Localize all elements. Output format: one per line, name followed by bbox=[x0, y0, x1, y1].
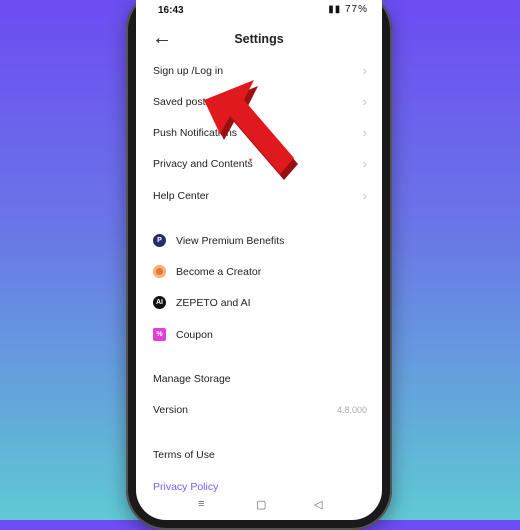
creator-icon bbox=[153, 265, 166, 278]
signal-icon: ▮▮ bbox=[328, 4, 342, 15]
menu-item-coupon[interactable]: % Coupon bbox=[153, 325, 367, 345]
chevron-right-icon: › bbox=[362, 94, 367, 109]
status-icons: ▮▮ 77% bbox=[328, 4, 368, 15]
menu-item-label: Sign up /Log in bbox=[153, 65, 224, 77]
menu-item-creator[interactable]: Become a Creator bbox=[153, 262, 367, 282]
ai-icon: AI bbox=[153, 296, 166, 309]
menu-item-manage-storage[interactable]: Manage Storage bbox=[153, 369, 367, 389]
menu-item-label: Coupon bbox=[176, 329, 213, 341]
premium-icon: P bbox=[153, 234, 166, 247]
status-time: 16:43 bbox=[158, 5, 184, 16]
menu-item-privacy-policy[interactable]: Privacy Policy bbox=[153, 477, 367, 497]
menu-item-label: View Premium Benefits bbox=[176, 235, 285, 247]
menu-item-label: Become a Creator bbox=[176, 266, 262, 278]
menu-item-label: Manage Storage bbox=[153, 373, 231, 385]
header: ← Settings bbox=[136, 28, 382, 52]
menu-item-label: Version bbox=[153, 404, 189, 416]
chevron-right-icon: › bbox=[362, 125, 367, 140]
coupon-icon: % bbox=[153, 328, 166, 341]
page-title: Settings bbox=[234, 32, 284, 46]
menu-item-label: Privacy Policy bbox=[153, 481, 219, 493]
chevron-right-icon: › bbox=[362, 188, 367, 203]
home-icon[interactable]: ▢ bbox=[256, 498, 266, 511]
chevron-right-icon: › bbox=[362, 63, 367, 78]
menu-item-premium[interactable]: P View Premium Benefits bbox=[153, 231, 367, 251]
battery-level: 77% bbox=[344, 4, 368, 15]
status-bar: 16:43 ▮▮ 77% bbox=[136, 0, 382, 22]
chevron-right-icon: › bbox=[362, 156, 367, 171]
red-arrow-icon bbox=[204, 80, 298, 180]
menu-item-label: Terms of Use bbox=[153, 449, 215, 461]
menu-item-label: ZEPETO and AI bbox=[176, 297, 251, 309]
menu-item-terms[interactable]: Terms of Use bbox=[153, 445, 367, 465]
menu-item-zepeto-ai[interactable]: AI ZEPETO and AI bbox=[153, 293, 367, 313]
version-value: 4.8.000 bbox=[336, 405, 367, 415]
menu-item-version: Version 4.8.000 bbox=[153, 400, 367, 420]
system-nav-bar: ≡ ▢ ◁ bbox=[136, 498, 382, 518]
recent-apps-icon[interactable]: ≡ bbox=[198, 498, 204, 510]
back-nav-icon[interactable]: ◁ bbox=[314, 498, 322, 511]
